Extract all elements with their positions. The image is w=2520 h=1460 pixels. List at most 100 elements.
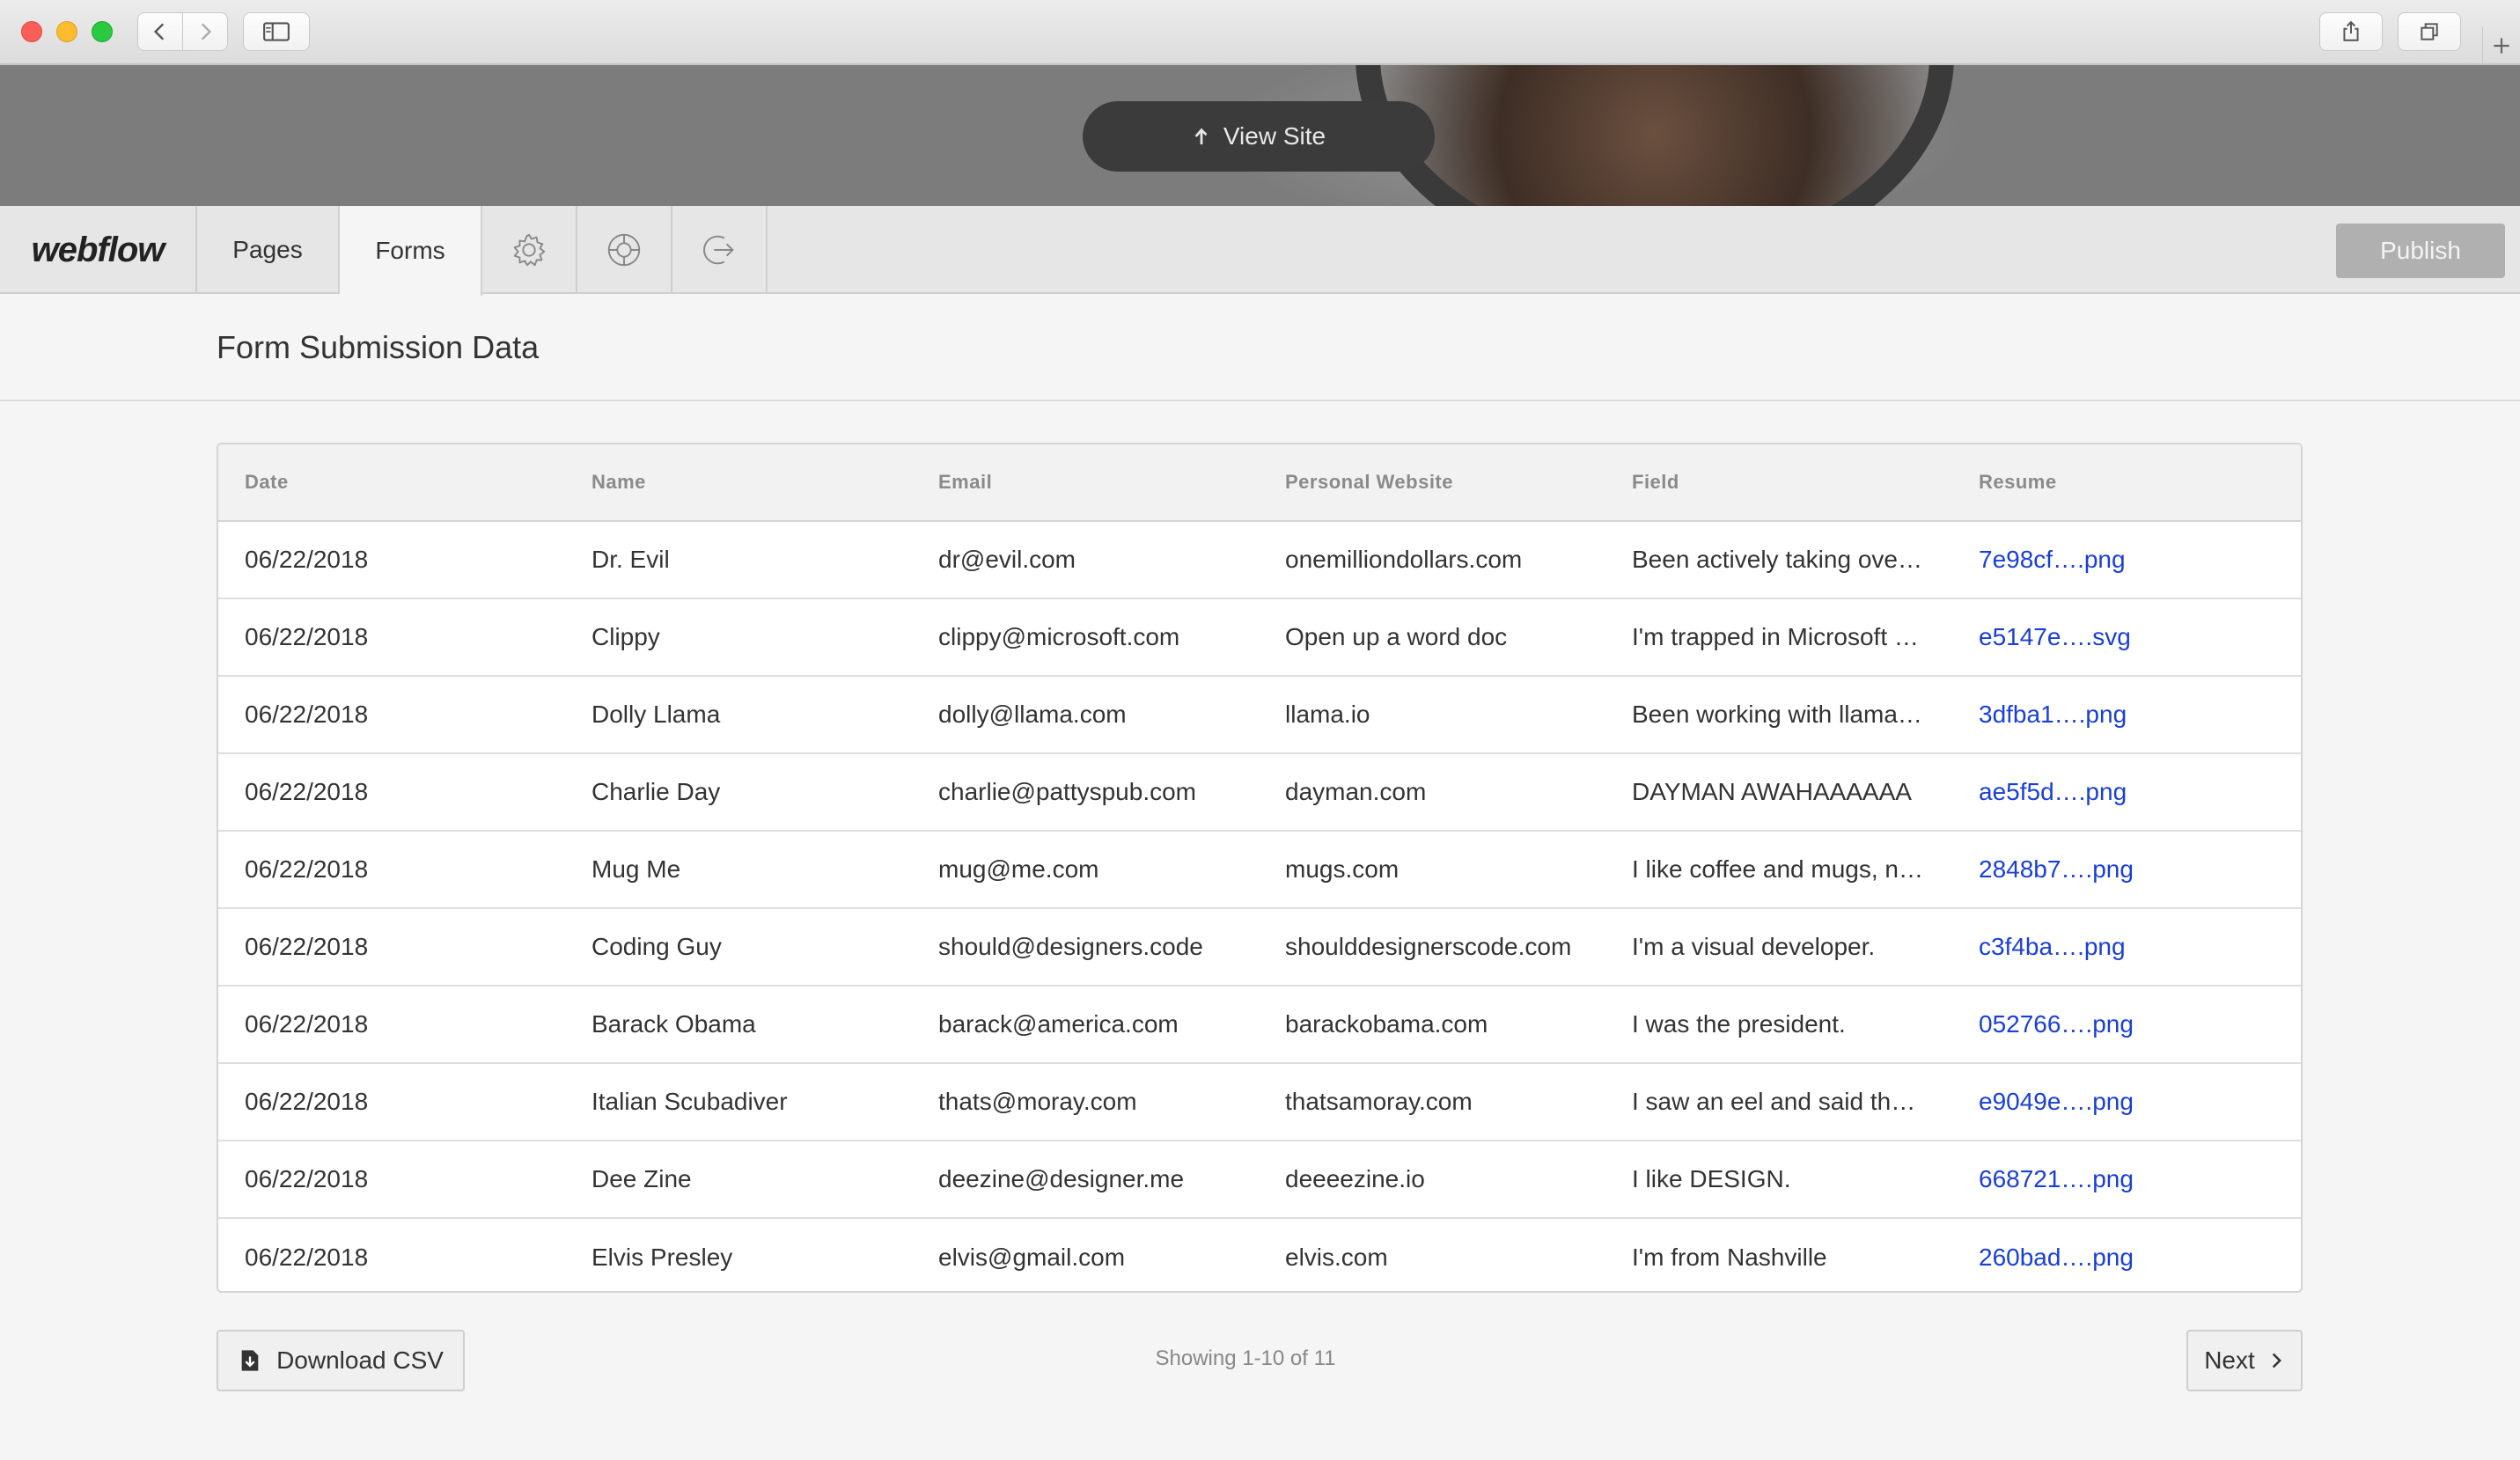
table-row[interactable]: 06/22/2018 Mug Me mug@me.com mugs.com I like…	[218, 832, 2301, 909]
table-body: 06/22/2018 Dr. Evil dr@evil.com onemilliond…	[218, 522, 2301, 1291]
export-icon	[703, 235, 734, 265]
cell-website: thatsamoray.com	[1285, 1088, 1473, 1115]
cell-name: Barack Obama	[591, 1010, 756, 1038]
table-row[interactable]: 06/22/2018 Charlie Day charlie@pattyspub.c…	[218, 754, 2301, 832]
table-row[interactable]: 06/22/2018 Dee Zine deezine@designer.me dee…	[218, 1141, 2301, 1219]
column-header-resume[interactable]: Resume	[1979, 471, 2269, 494]
share-icon	[2343, 20, 2359, 41]
webflow-logo[interactable]: webflow	[0, 206, 197, 294]
cell-email: clippy@microsoft.com	[938, 623, 1180, 650]
cell-email: deezine@designer.me	[938, 1165, 1185, 1192]
tab-forms[interactable]: Forms	[340, 206, 482, 296]
cell-website: deeeezine.io	[1285, 1165, 1425, 1192]
cell-field: I'm trapped in Microsoft …	[1632, 623, 1919, 650]
download-csv-button[interactable]: Download CSV	[217, 1330, 465, 1391]
cell-website: onemilliondollars.com	[1285, 546, 1523, 573]
cell-name: Dr. Evil	[591, 546, 670, 573]
back-button[interactable]	[137, 12, 183, 51]
resume-file-link[interactable]: 3dfba1….png	[1979, 701, 2269, 729]
show-tabs-button[interactable]	[2398, 12, 2461, 51]
cell-field: Been actively taking ove…	[1632, 546, 1922, 573]
table-row[interactable]: 06/22/2018 Italian Scubadiver thats@moray.…	[218, 1064, 2301, 1141]
page-title: Form Submission Data	[217, 329, 540, 365]
next-label: Next	[2204, 1346, 2255, 1374]
resume-file-link[interactable]: e5147e….svg	[1979, 623, 2269, 651]
table-row[interactable]: 06/22/2018 Coding Guy should@designers.cod…	[218, 909, 2301, 987]
cell-date: 06/22/2018	[245, 933, 369, 960]
resume-file-link[interactable]: 260bad….png	[1979, 1244, 2269, 1272]
browser-toolbar	[0, 0, 2520, 65]
gear-icon	[513, 233, 546, 267]
resume-file-link[interactable]: 668721….png	[1979, 1165, 2269, 1193]
cell-name: Dee Zine	[591, 1165, 692, 1192]
resume-file-link[interactable]: 052766….png	[1979, 1010, 2269, 1038]
column-header-field[interactable]: Field	[1632, 471, 1979, 494]
tab-pages-label: Pages	[232, 236, 303, 263]
table-row[interactable]: 06/22/2018 Elvis Presley elvis@gmail.com el…	[218, 1219, 2301, 1291]
resume-file-link[interactable]: 2848b7….png	[1979, 855, 2269, 884]
table-row[interactable]: 06/22/2018 Barack Obama barack@america.com…	[218, 987, 2301, 1064]
column-header-email[interactable]: Email	[938, 471, 1285, 494]
arrow-up-left-icon	[1194, 128, 1208, 145]
table-row[interactable]: 06/22/2018 Clippy clippy@microsoft.com Open…	[218, 599, 2301, 677]
table-row[interactable]: 06/22/2018 Dr. Evil dr@evil.com onemilliond…	[218, 522, 2301, 599]
minimize-window-button[interactable]	[56, 21, 77, 42]
resume-file-link[interactable]: ae5f5d….png	[1979, 778, 2269, 806]
cell-name: Coding Guy	[591, 933, 722, 960]
cell-website: dayman.com	[1285, 778, 1427, 805]
cell-date: 06/22/2018	[245, 701, 369, 728]
download-icon	[241, 1350, 259, 1371]
tab-forms-label: Forms	[375, 237, 445, 264]
chevron-right-icon	[201, 23, 212, 40]
view-site-button[interactable]: View Site	[1083, 101, 1435, 172]
resume-file-link[interactable]: c3f4ba….png	[1979, 933, 2269, 961]
tab-pages[interactable]: Pages	[197, 206, 340, 294]
forward-button[interactable]	[182, 12, 228, 51]
sidebar-toggle-button[interactable]	[243, 12, 310, 51]
cell-website: barackobama.com	[1285, 1010, 1488, 1038]
pagination-status: Showing 1-10 of 11	[1155, 1346, 1336, 1370]
settings-button[interactable]	[482, 206, 577, 294]
cell-date: 06/22/2018	[245, 1165, 369, 1192]
cell-name: Dolly Llama	[591, 701, 721, 728]
lifebuoy-icon	[607, 233, 641, 267]
cell-name: Elvis Presley	[591, 1244, 733, 1271]
cell-field: Been working with llama…	[1632, 701, 1922, 728]
cell-field: I saw an eel and said th…	[1632, 1088, 1916, 1115]
resume-file-link[interactable]: 7e98cf….png	[1979, 546, 2269, 574]
cell-name: Italian Scubadiver	[591, 1088, 788, 1115]
column-header-name[interactable]: Name	[591, 471, 938, 494]
table-row[interactable]: 06/22/2018 Dolly Llama dolly@llama.com llam…	[218, 677, 2301, 754]
export-button[interactable]	[672, 206, 768, 294]
new-tab-button[interactable]	[2482, 26, 2520, 65]
help-button[interactable]	[577, 206, 672, 294]
publish-button[interactable]: Publish	[2336, 224, 2505, 278]
cell-field: I was the president.	[1632, 1010, 1846, 1038]
cell-website: Open up a word doc	[1285, 623, 1508, 650]
close-window-button[interactable]	[21, 21, 42, 42]
chevron-left-icon	[153, 23, 165, 40]
cell-email: dr@evil.com	[938, 546, 1076, 573]
view-site-label: View Site	[1223, 122, 1326, 150]
cell-email: barack@america.com	[938, 1010, 1179, 1038]
sidebar-icon	[263, 22, 290, 41]
resume-file-link[interactable]: e9049e….png	[1979, 1088, 2269, 1116]
tabs-icon	[2421, 23, 2438, 40]
cell-website: shoulddesignerscode.com	[1285, 933, 1572, 960]
cell-field: I like coffee and mugs, n…	[1632, 855, 1923, 883]
cell-name: Clippy	[591, 623, 660, 650]
app-toolbar: webflow Pages Forms Publish	[0, 206, 2520, 296]
site-preview-banner: View Site	[0, 65, 2520, 206]
cell-field: DAYMAN AWAHAAAAAA	[1632, 778, 1912, 805]
share-button[interactable]	[2319, 12, 2383, 51]
column-header-website[interactable]: Personal Website	[1285, 471, 1632, 494]
chevron-right-icon	[2272, 1353, 2281, 1368]
cell-date: 06/22/2018	[245, 546, 369, 573]
cell-website: elvis.com	[1285, 1244, 1388, 1271]
cell-date: 06/22/2018	[245, 1244, 369, 1271]
cell-email: charlie@pattyspub.com	[938, 778, 1197, 805]
cell-date: 06/22/2018	[245, 855, 369, 883]
next-page-button[interactable]: Next	[2186, 1330, 2303, 1391]
column-header-date[interactable]: Date	[245, 471, 591, 494]
zoom-window-button[interactable]	[92, 21, 113, 42]
